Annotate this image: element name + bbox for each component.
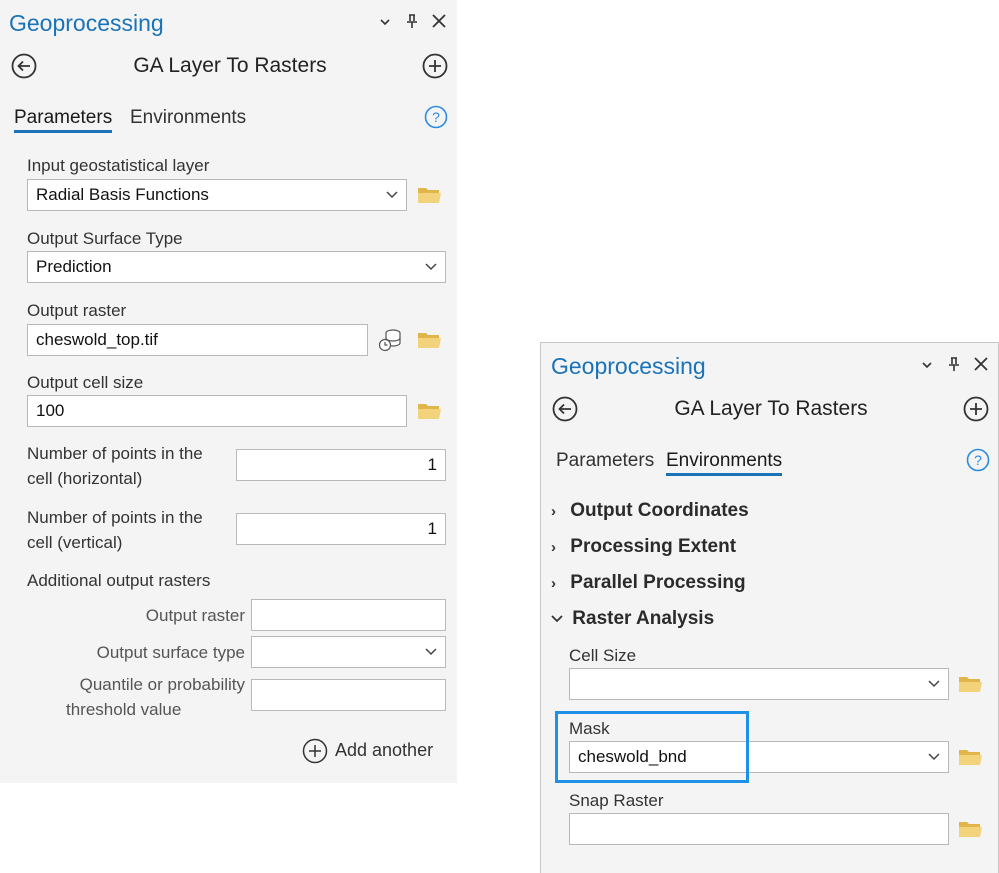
add-another-label: Add another [335, 740, 434, 760]
close-icon[interactable] [973, 356, 989, 372]
back-icon[interactable] [552, 396, 578, 422]
section-output-coordinates[interactable]: › Output Coordinates [551, 500, 749, 522]
points-horizontal-input[interactable]: 1 [236, 449, 446, 481]
tab-parameters[interactable]: Parameters [556, 450, 654, 472]
env-snap-raster-input[interactable] [569, 813, 949, 845]
pin-icon[interactable] [405, 13, 419, 29]
section-label: Processing Extent [570, 536, 737, 557]
additional-surface-type-label: Output surface type [96, 643, 245, 662]
cell-size-value: 100 [36, 401, 65, 420]
points-vertical-input[interactable]: 1 [236, 513, 446, 545]
dropdown-chevron-icon [425, 648, 437, 656]
env-snap-raster-label: Snap Raster [569, 791, 664, 810]
add-icon [302, 738, 328, 764]
geoprocessing-pane-parameters: Geoprocessing GA Layer To Rasters Parame… [0, 0, 457, 783]
database-icon[interactable] [377, 327, 403, 353]
folder-icon[interactable] [958, 819, 983, 839]
points-horizontal-value: 1 [427, 455, 437, 474]
expand-arrow-icon: › [551, 575, 556, 592]
tool-title: GA Layer To Rasters [133, 54, 327, 77]
dropdown-chevron-icon [425, 263, 437, 271]
env-cell-size-label: Cell Size [569, 646, 637, 665]
points-vertical-value: 1 [427, 519, 437, 538]
mask-highlight-box [555, 711, 749, 783]
input-layer-label: Input geostatistical layer [27, 156, 210, 175]
points-vertical-label-1: Number of points in the [27, 508, 203, 527]
cell-size-input[interactable]: 100 [27, 395, 407, 427]
section-label: Output Coordinates [570, 500, 749, 521]
points-vertical-label-2: cell (vertical) [27, 533, 123, 552]
additional-surface-type-select[interactable] [251, 636, 446, 668]
section-raster-analysis[interactable]: Raster Analysis [551, 608, 714, 630]
output-raster-input[interactable]: cheswold_top.tif [27, 324, 368, 356]
points-horizontal-label-2: cell (horizontal) [27, 469, 143, 488]
additional-output-raster-label: Output raster [145, 606, 245, 625]
output-raster-value: cheswold_top.tif [36, 330, 158, 349]
env-cell-size-select[interactable] [569, 668, 949, 700]
dropdown-chevron-icon [386, 191, 398, 199]
surface-type-label: Output Surface Type [27, 229, 183, 248]
pane-options-chevron-icon[interactable] [921, 359, 933, 371]
output-raster-label: Output raster [27, 301, 127, 320]
folder-icon[interactable] [958, 674, 983, 694]
folder-icon[interactable] [417, 401, 442, 421]
points-horizontal-label-1: Number of points in the [27, 444, 203, 463]
dropdown-chevron-icon [928, 753, 940, 761]
close-icon[interactable] [431, 13, 447, 29]
pane-options-chevron-icon[interactable] [379, 16, 391, 28]
section-parallel-processing[interactable]: › Parallel Processing [551, 572, 746, 594]
additional-output-raster-input[interactable] [251, 599, 446, 631]
section-label: Raster Analysis [572, 608, 715, 629]
help-icon[interactable]: ? [424, 105, 448, 129]
threshold-label-2: threshold value [66, 700, 182, 719]
pane-title: Geoprocessing [9, 10, 164, 36]
dropdown-chevron-icon [928, 680, 940, 688]
surface-type-value: Prediction [36, 257, 112, 276]
svg-text:?: ? [974, 452, 982, 468]
input-layer-select[interactable]: Radial Basis Functions [27, 179, 407, 211]
add-icon[interactable] [422, 53, 448, 79]
back-icon[interactable] [11, 53, 37, 79]
input-layer-value: Radial Basis Functions [36, 185, 209, 204]
add-icon[interactable] [963, 396, 989, 422]
threshold-input[interactable] [251, 679, 446, 711]
section-label: Parallel Processing [570, 572, 746, 593]
folder-icon[interactable] [417, 330, 442, 350]
tool-title: GA Layer To Rasters [674, 397, 868, 420]
svg-text:?: ? [432, 109, 440, 125]
cell-size-label: Output cell size [27, 373, 144, 392]
section-processing-extent[interactable]: › Processing Extent [551, 536, 736, 558]
tab-parameters[interactable]: Parameters [14, 107, 113, 133]
collapse-arrow-icon [551, 615, 563, 623]
tab-environments[interactable]: Environments [130, 107, 246, 129]
folder-icon[interactable] [958, 747, 983, 767]
tab-environments[interactable]: Environments [666, 450, 783, 476]
expand-arrow-icon: › [551, 539, 556, 556]
expand-arrow-icon: › [551, 503, 556, 520]
surface-type-select[interactable]: Prediction [27, 251, 446, 283]
help-icon[interactable]: ? [966, 448, 990, 472]
threshold-label-1: Quantile or probability [79, 675, 245, 694]
additional-rasters-label: Additional output rasters [27, 571, 211, 590]
folder-icon[interactable] [417, 185, 442, 205]
geoprocessing-pane-environments: Geoprocessing GA Layer To Rasters Parame… [540, 342, 999, 873]
pin-icon[interactable] [947, 356, 961, 372]
pane-title: Geoprocessing [551, 353, 706, 379]
